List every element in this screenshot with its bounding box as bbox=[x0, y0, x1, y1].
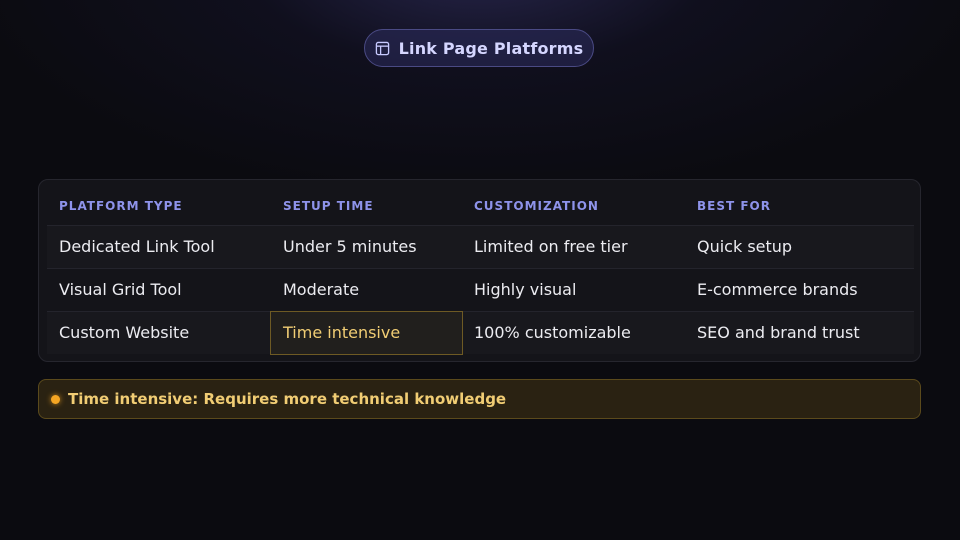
table-cell: 100% customizable bbox=[474, 323, 631, 342]
status-dot-icon bbox=[51, 394, 60, 404]
table-cell: Custom Website bbox=[59, 323, 190, 342]
table-cell: E-commerce brands bbox=[697, 280, 858, 299]
table-cell: Visual Grid Tool bbox=[59, 280, 182, 299]
note-text: Time intensive: Requires more technical … bbox=[68, 390, 507, 408]
comparison-table: PLATFORM TYPE SETUP TIME CUSTOMIZATION B… bbox=[38, 179, 921, 362]
table-cell: Limited on free tier bbox=[474, 237, 628, 256]
table-cell: Moderate bbox=[283, 280, 360, 299]
table-cell: Dedicated Link Tool bbox=[59, 237, 215, 256]
table-row: Custom Website Time intensive 100% custo… bbox=[47, 311, 914, 355]
table-cell: Quick setup bbox=[697, 237, 793, 256]
title-pill: Link Page Platforms bbox=[364, 29, 594, 67]
highlighted-cell: Time intensive bbox=[270, 311, 463, 355]
table-header: PLATFORM TYPE SETUP TIME CUSTOMIZATION B… bbox=[47, 190, 914, 225]
table-cell: Highly visual bbox=[474, 280, 577, 299]
table-row: Visual Grid Tool Moderate Highly visual … bbox=[47, 268, 914, 311]
column-header-customization: CUSTOMIZATION bbox=[474, 199, 599, 213]
table-cell: SEO and brand trust bbox=[697, 323, 860, 342]
column-header-platform-type: PLATFORM TYPE bbox=[59, 199, 183, 213]
callout-note: Time intensive: Requires more technical … bbox=[38, 379, 921, 419]
table-row: Dedicated Link Tool Under 5 minutes Limi… bbox=[47, 225, 914, 268]
page-title: Link Page Platforms bbox=[398, 38, 584, 58]
column-header-setup-time: SETUP TIME bbox=[283, 199, 374, 213]
table-icon bbox=[375, 41, 390, 56]
column-header-best-for: BEST FOR bbox=[697, 199, 771, 213]
table-cell: Under 5 minutes bbox=[283, 237, 417, 256]
